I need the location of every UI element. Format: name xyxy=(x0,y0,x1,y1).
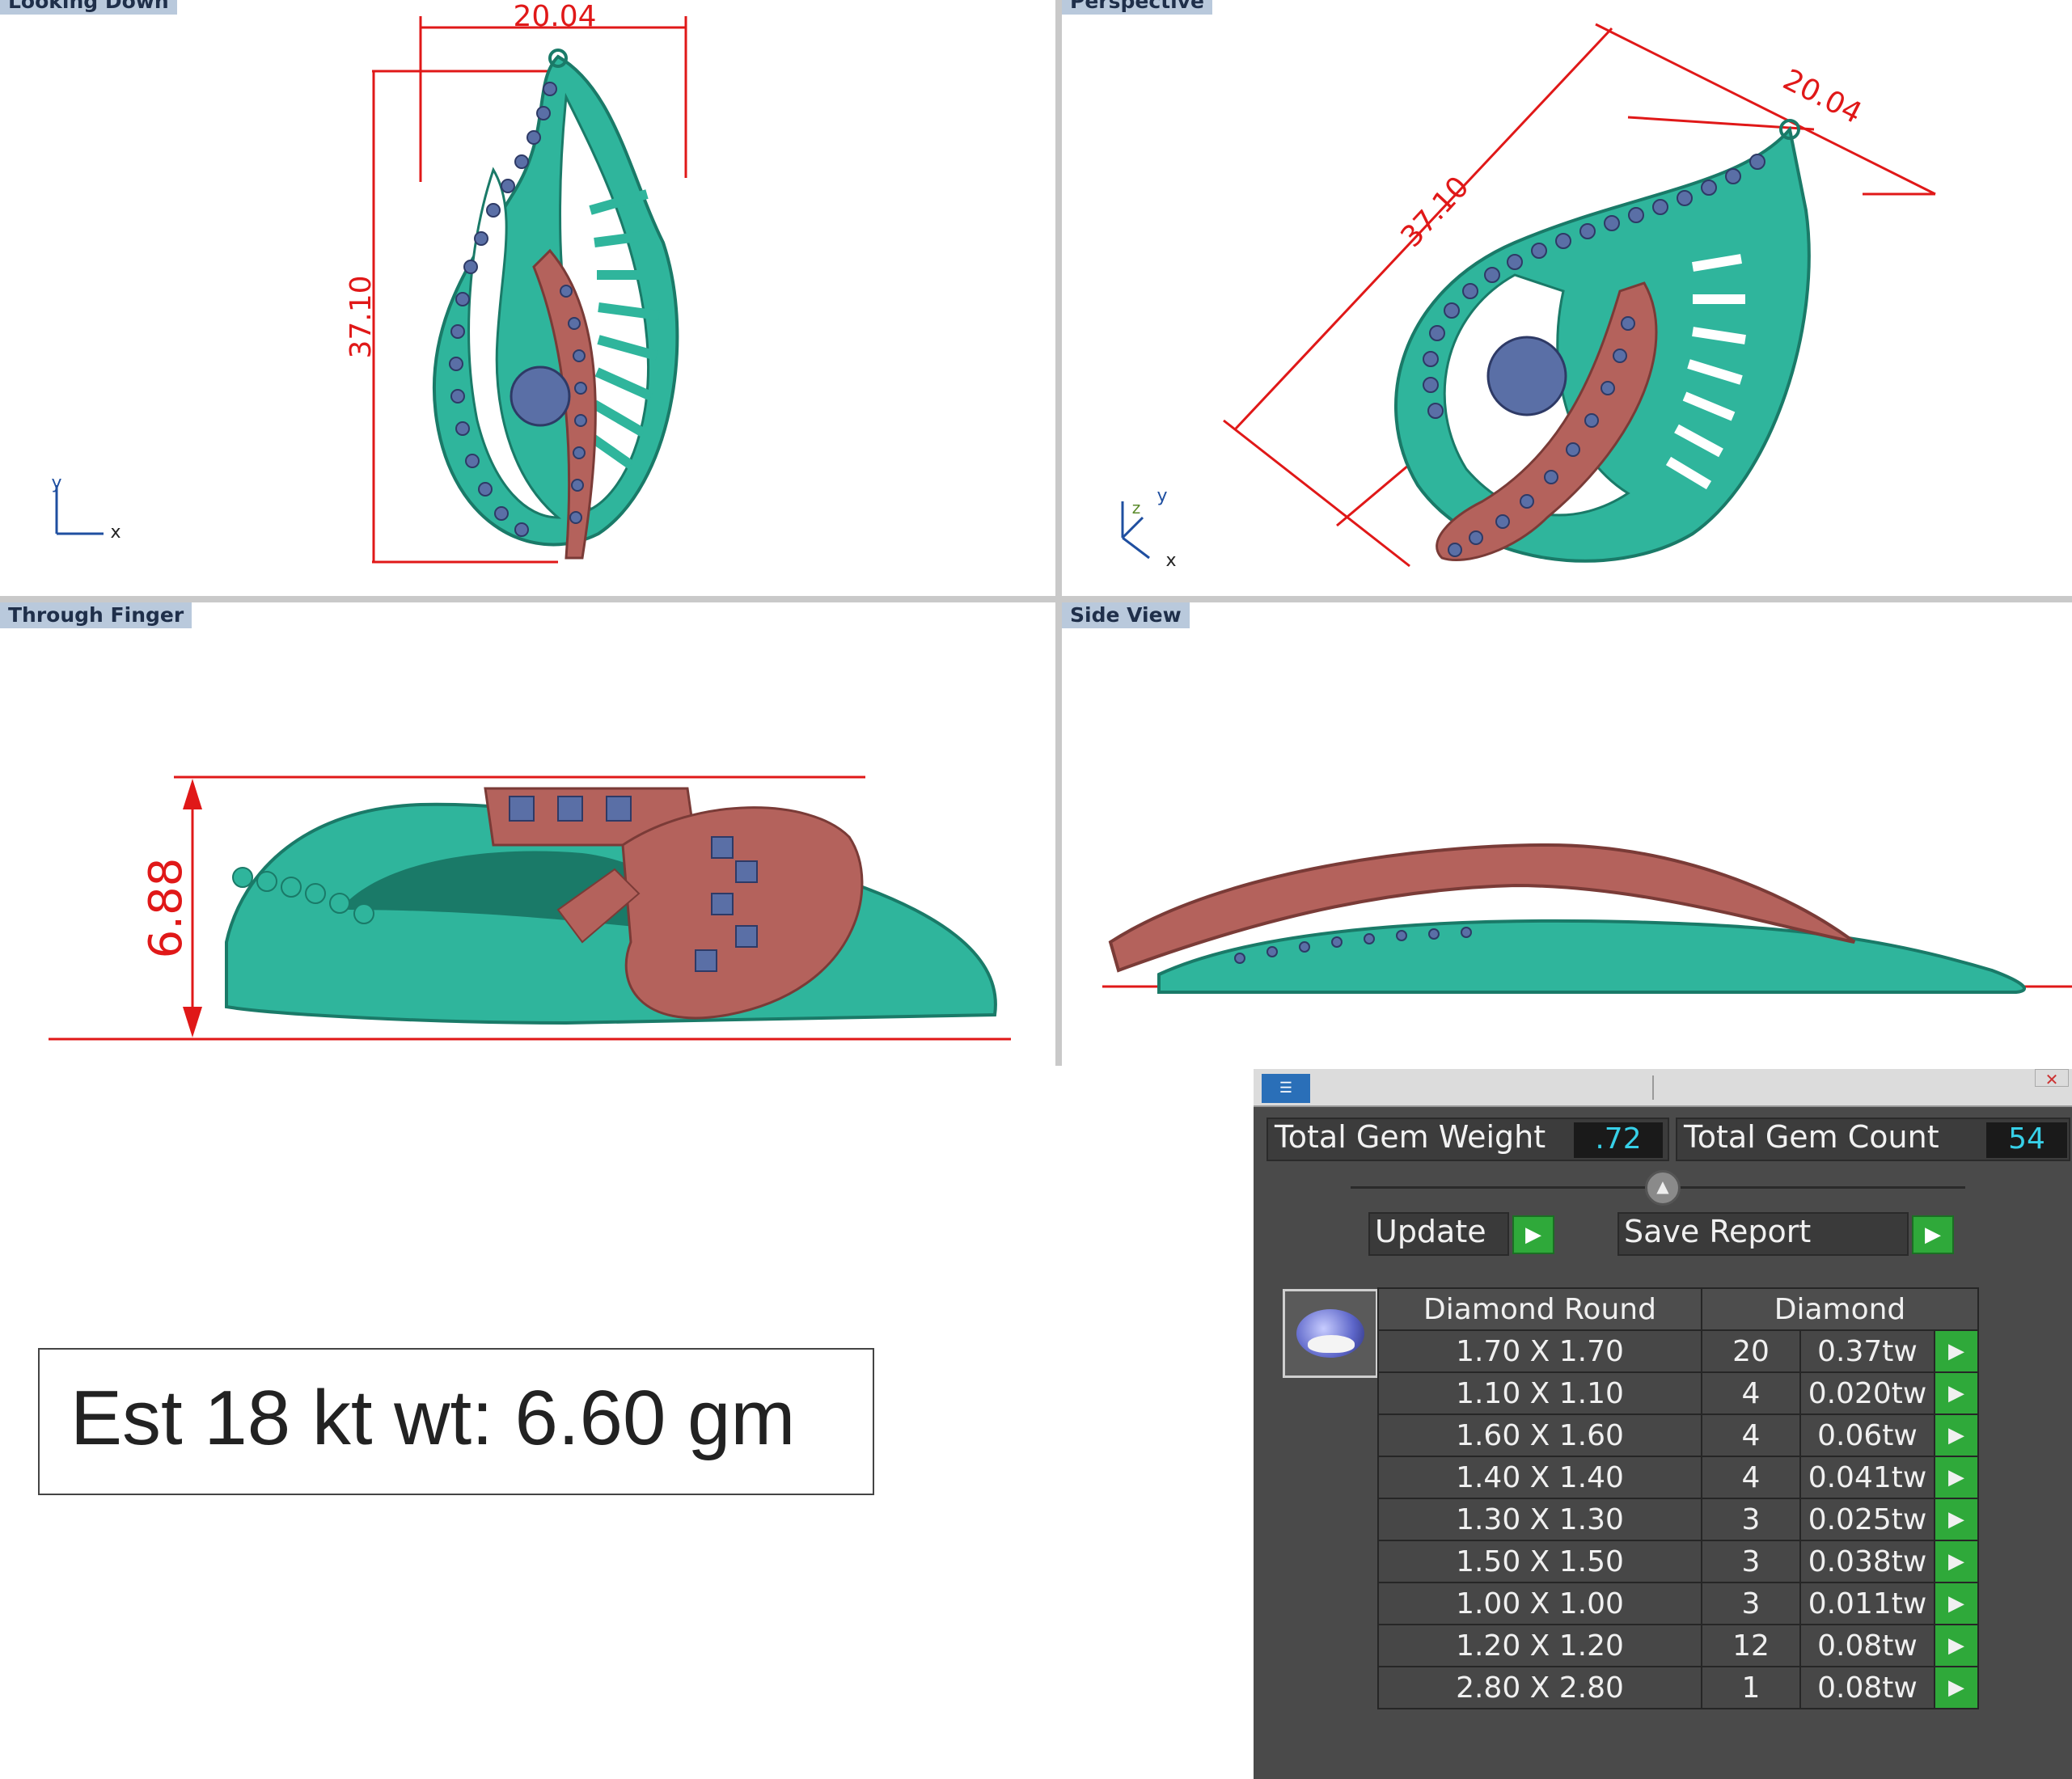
close-icon[interactable]: ✕ xyxy=(2035,1069,2069,1089)
total-gem-weight-value: .72 xyxy=(1574,1122,1663,1158)
total-gem-count-field: Total Gem Count 54 xyxy=(1676,1118,2070,1161)
axis-x-label: x xyxy=(110,522,121,543)
row-arrow-icon[interactable]: ▶ xyxy=(1934,1582,1979,1625)
gem-count: 3 xyxy=(1701,1582,1801,1625)
gem-table: Diamond Round Diamond 1.70 X 1.70 20 0.3… xyxy=(1377,1287,1979,1709)
row-arrow-icon[interactable]: ▶ xyxy=(1934,1540,1979,1583)
total-gem-weight-field: Total Gem Weight .72 xyxy=(1266,1118,1669,1161)
viewport-looking-down[interactable]: Looking Down 20.04 37.10 y x xyxy=(0,0,1055,596)
row-arrow-icon[interactable]: ▶ xyxy=(1934,1666,1979,1709)
gem-size: 1.60 X 1.60 xyxy=(1377,1413,1702,1457)
gem-size: 1.50 X 1.50 xyxy=(1377,1540,1702,1583)
viewport-through-finger[interactable]: Through Finger 6.88 xyxy=(0,602,1055,1066)
gem-weight: 0.025tw xyxy=(1799,1498,1935,1541)
update-button[interactable]: Update xyxy=(1368,1212,1509,1256)
gem-count: 4 xyxy=(1701,1456,1801,1499)
table-row: 1.10 X 1.10 4 0.020tw ▶ xyxy=(1377,1371,1979,1415)
table-row: 1.00 X 1.00 3 0.011tw ▶ xyxy=(1377,1582,1979,1625)
axis-x-label-persp: x xyxy=(1165,551,1176,571)
gem-weight: 0.08tw xyxy=(1799,1666,1935,1709)
table-row: 1.70 X 1.70 20 0.37tw ▶ xyxy=(1377,1329,1979,1373)
save-report-arrow-icon[interactable]: ▶ xyxy=(1912,1215,1954,1254)
gem-size: 2.80 X 2.80 xyxy=(1377,1666,1702,1709)
table-row: 1.40 X 1.40 4 0.041tw ▶ xyxy=(1377,1456,1979,1499)
gem-size: 1.40 X 1.40 xyxy=(1377,1456,1702,1499)
table-row: 1.50 X 1.50 3 0.038tw ▶ xyxy=(1377,1540,1979,1583)
gem-weight: 0.038tw xyxy=(1799,1540,1935,1583)
axis-z-label: z xyxy=(1132,498,1141,518)
gem-weight: 0.041tw xyxy=(1799,1456,1935,1499)
pendant-top-view: 20.04 37.10 y x xyxy=(51,0,687,564)
axis-y-label: y xyxy=(51,473,61,493)
gem-weight: 0.011tw xyxy=(1799,1582,1935,1625)
gem-size: 1.10 X 1.10 xyxy=(1377,1371,1702,1415)
row-arrow-icon[interactable]: ▶ xyxy=(1934,1413,1979,1457)
total-gem-weight-label: Total Gem Weight xyxy=(1275,1119,1546,1155)
header-shape: Diamond Round xyxy=(1377,1287,1702,1331)
total-gem-count-label: Total Gem Count xyxy=(1684,1119,1939,1155)
gem-size: 1.00 X 1.00 xyxy=(1377,1582,1702,1625)
dim-height-text-perspective: 37.10 xyxy=(1394,170,1475,253)
dim-height-text: 37.10 xyxy=(345,275,378,358)
gem-table-header: Diamond Round Diamond xyxy=(1377,1287,1979,1331)
gem-weight: 0.37tw xyxy=(1799,1329,1935,1373)
gem-count: 4 xyxy=(1701,1413,1801,1457)
gem-count: 12 xyxy=(1701,1624,1801,1667)
gem-count: 3 xyxy=(1701,1540,1801,1583)
gem-size: 1.20 X 1.20 xyxy=(1377,1624,1702,1667)
gem-size: 1.70 X 1.70 xyxy=(1377,1329,1702,1373)
dim-width-text: 20.04 xyxy=(513,0,596,33)
pendant-front-view: 6.88 xyxy=(49,775,1011,1041)
viewport-side-view[interactable]: Side View xyxy=(1062,602,2072,1066)
gem-report-panel: ☰ ✕ Total Gem Weight .72 Total Gem Count… xyxy=(1254,1069,2072,1779)
gem-weight: 0.06tw xyxy=(1799,1413,1935,1457)
row-arrow-icon[interactable]: ▶ xyxy=(1934,1498,1979,1541)
panel-titlebar[interactable]: ☰ ✕ xyxy=(1254,1069,2072,1107)
header-material: Diamond xyxy=(1701,1287,1979,1331)
total-gem-count-value: 54 xyxy=(1986,1122,2067,1158)
axis-y-label-persp: y xyxy=(1157,486,1167,506)
save-report-button-label: Save Report xyxy=(1624,1214,1812,1249)
table-row: 2.80 X 2.80 1 0.08tw ▶ xyxy=(1377,1666,1979,1709)
table-row: 1.30 X 1.30 3 0.025tw ▶ xyxy=(1377,1498,1979,1541)
table-row: 1.60 X 1.60 4 0.06tw ▶ xyxy=(1377,1413,1979,1457)
row-arrow-icon[interactable]: ▶ xyxy=(1934,1624,1979,1667)
pendant-perspective-view: 37.10 20.04 z y x xyxy=(1121,23,1936,571)
gem-weight: 0.08tw xyxy=(1799,1624,1935,1667)
update-button-label: Update xyxy=(1375,1214,1486,1249)
gem-size: 1.30 X 1.30 xyxy=(1377,1498,1702,1541)
viewport-horizontal-divider[interactable] xyxy=(0,596,2072,602)
diamond-round-gem-icon[interactable] xyxy=(1283,1289,1378,1378)
update-arrow-icon[interactable]: ▶ xyxy=(1512,1215,1554,1254)
titlebar-divider xyxy=(1652,1075,1654,1100)
gem-count: 1 xyxy=(1701,1666,1801,1709)
gem-count: 20 xyxy=(1701,1329,1801,1373)
table-row: 1.20 X 1.20 12 0.08tw ▶ xyxy=(1377,1624,1979,1667)
gem-weight: 0.020tw xyxy=(1799,1371,1935,1415)
row-arrow-icon[interactable]: ▶ xyxy=(1934,1329,1979,1373)
viewport-vertical-divider[interactable] xyxy=(1055,0,1062,1066)
save-report-button[interactable]: Save Report xyxy=(1617,1212,1909,1256)
row-arrow-icon[interactable]: ▶ xyxy=(1934,1371,1979,1415)
metal-weight-box: Est 18 kt wt: 6.60 gm xyxy=(38,1348,874,1495)
viewport-perspective[interactable]: Perspective 37.10 20.04 z y x xyxy=(1062,0,2072,596)
dim-thickness-text: 6.88 xyxy=(140,858,192,959)
metal-weight-text: Est 18 kt wt: 6.60 gm xyxy=(70,1375,796,1461)
row-arrow-icon[interactable]: ▶ xyxy=(1934,1456,1979,1499)
gem-count: 3 xyxy=(1701,1498,1801,1541)
report-icon[interactable]: ☰ xyxy=(1262,1074,1310,1103)
gem-count: 4 xyxy=(1701,1371,1801,1415)
collapse-toggle-icon[interactable]: ▲ xyxy=(1645,1170,1681,1206)
pendant-side-view xyxy=(1102,843,2072,994)
